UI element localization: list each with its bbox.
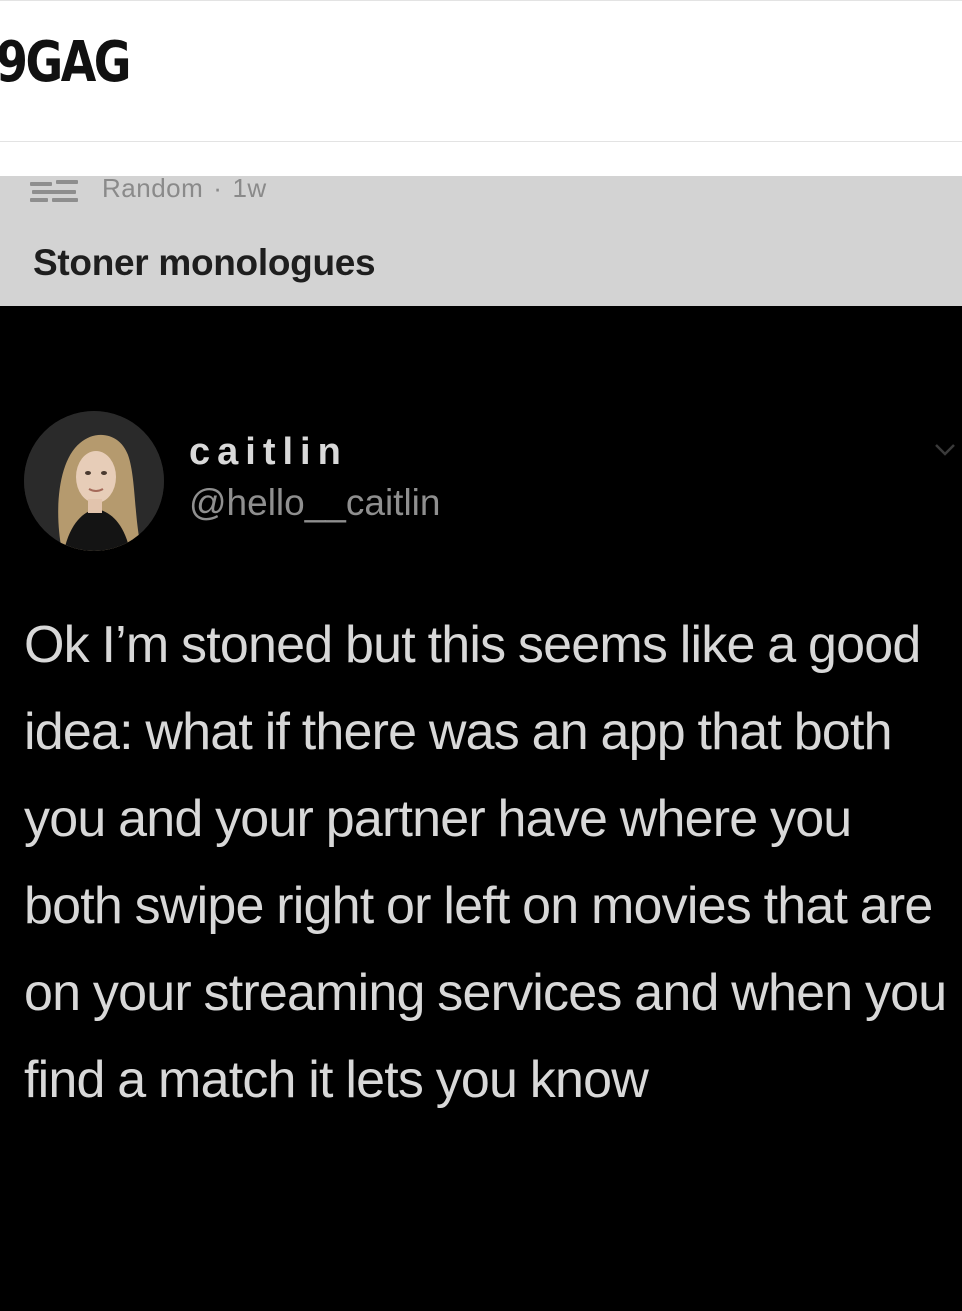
display-name[interactable]: caitlin: [189, 431, 348, 474]
post-meta: Random · 1w: [30, 172, 267, 210]
post-title[interactable]: Stoner monologues: [33, 242, 376, 284]
tweet-image: caitlin @hello__caitlin Ok I’m stoned bu…: [0, 306, 962, 1311]
app-header: 9GAG: [0, 0, 962, 142]
avatar: [24, 411, 164, 551]
tweet-text: Ok I’m stoned but this seems like a good…: [24, 616, 947, 1109]
post-header: Random · 1w Stoner monologues: [0, 172, 962, 306]
user-handle[interactable]: @hello__caitlin: [189, 482, 440, 524]
avatar-portrait: [24, 411, 164, 551]
meta-separator: ·: [213, 172, 223, 203]
section-name[interactable]: Random: [102, 173, 203, 204]
post-age: 1w: [232, 172, 267, 203]
section-random-icon[interactable]: [30, 178, 80, 208]
9gag-logo[interactable]: 9GAG: [0, 35, 131, 91]
chevron-down-icon[interactable]: [932, 436, 958, 462]
